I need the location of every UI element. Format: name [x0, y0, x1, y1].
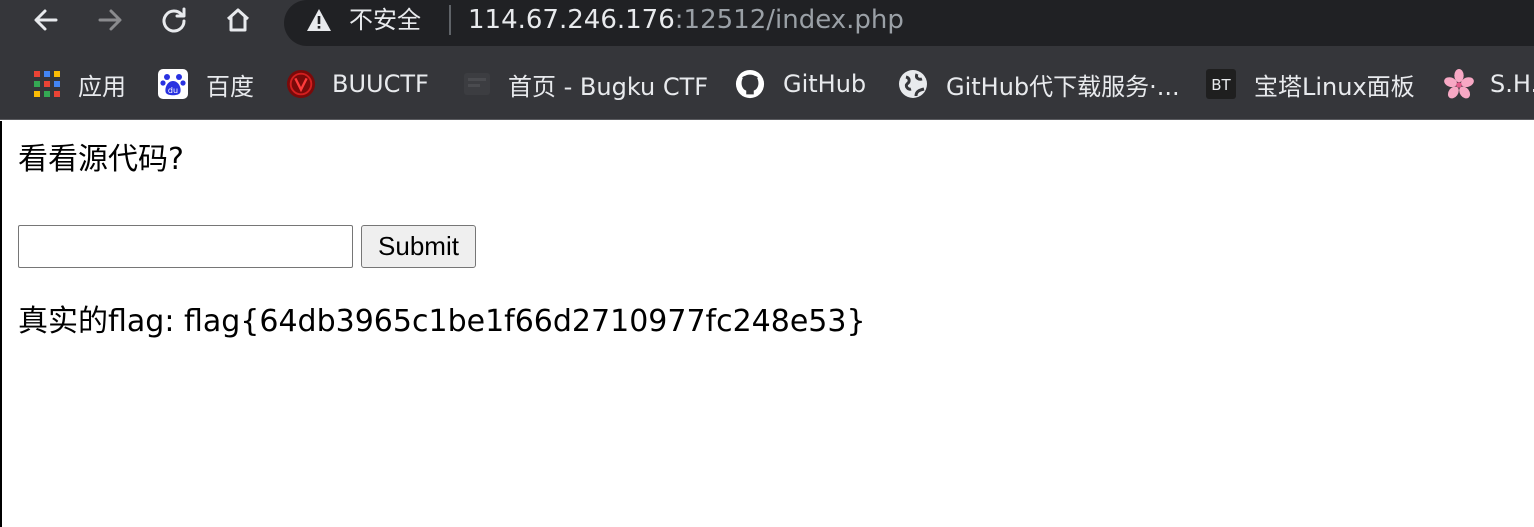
omnibox-divider — [449, 5, 451, 35]
bookmark-sh[interactable]: S.H. — [1444, 66, 1534, 102]
bt-panel-icon: BT — [1206, 69, 1236, 99]
bookmark-github[interactable]: GitHub — [735, 66, 866, 102]
bookmark-label: 应用 — [78, 72, 126, 101]
page-left-border — [0, 121, 2, 527]
bookmark-label: GitHub代下载服务·... — [946, 72, 1180, 101]
bookmarks-bar: 应用 du 百度 BUUCTF 首页 - Bugku CTF GitHub Gi… — [0, 46, 1534, 120]
bookmark-label: GitHub — [783, 70, 867, 98]
baidu-paw-icon: du — [158, 69, 188, 99]
flag-text: 真实的flag: flag{64db3965c1be1f66d2710977fc… — [18, 304, 866, 339]
apps-grid-icon — [32, 69, 62, 99]
browser-toolbar: 不安全 114.67.246.176:12512/index.php — [0, 0, 1534, 46]
bookmark-bugku[interactable]: 首页 - Bugku CTF — [462, 66, 708, 102]
bookmark-label: S.H. — [1490, 70, 1534, 98]
bookmark-label: 宝塔Linux面板 — [1254, 72, 1415, 101]
text-input[interactable] — [18, 225, 353, 268]
arrow-right-icon — [98, 9, 122, 31]
address-bar[interactable]: 不安全 114.67.246.176:12512/index.php — [284, 0, 1534, 46]
reload-icon — [162, 7, 186, 33]
hint-text: 看看源代码? — [18, 142, 184, 177]
bookmark-github-proxy[interactable]: GitHub代下载服务·... — [898, 66, 1180, 102]
url-host: 114.67.246.176 — [468, 5, 675, 35]
warning-triangle-icon — [307, 9, 331, 31]
submit-button[interactable]: Submit — [361, 225, 476, 268]
reload-button[interactable] — [154, 2, 194, 38]
bookmark-label: BUUCTF — [332, 70, 429, 98]
arrow-left-icon — [34, 9, 58, 31]
home-icon — [226, 8, 250, 32]
url-text[interactable]: 114.67.246.176:12512/index.php — [468, 3, 904, 37]
url-path: :12512/index.php — [674, 5, 904, 35]
bookmark-buuctf[interactable]: BUUCTF — [286, 66, 429, 102]
bookmark-baidu[interactable]: du 百度 — [158, 66, 254, 102]
svg-text:du: du — [168, 86, 178, 95]
github-octocat-icon — [735, 69, 765, 99]
bookmark-label: 首页 - Bugku CTF — [508, 72, 709, 101]
bookmark-bt-panel[interactable]: BT 宝塔Linux面板 — [1206, 66, 1415, 102]
back-button[interactable] — [26, 2, 66, 38]
buuctf-logo-icon — [286, 69, 316, 99]
svg-text:BT: BT — [1211, 76, 1231, 94]
globe-icon — [898, 69, 928, 99]
bugku-favicon-icon — [462, 69, 492, 99]
bookmark-apps[interactable]: 应用 — [32, 66, 126, 102]
security-status-label[interactable]: 不安全 — [349, 4, 421, 36]
sakura-flower-icon — [1444, 69, 1474, 99]
bookmark-label: 百度 — [206, 72, 254, 101]
home-button[interactable] — [218, 2, 258, 38]
forward-button[interactable] — [90, 2, 130, 38]
